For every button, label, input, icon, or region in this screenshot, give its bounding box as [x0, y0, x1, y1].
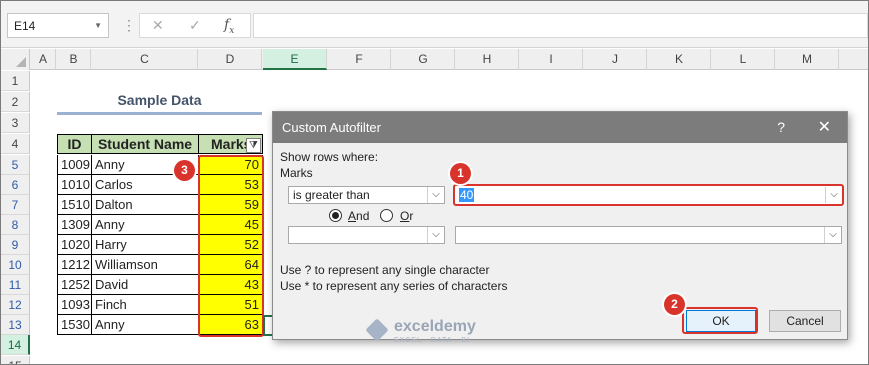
column-header-g[interactable]: G [392, 49, 455, 70]
cell-name[interactable]: Harry [92, 235, 199, 255]
cell-id[interactable]: 1510 [57, 195, 92, 215]
column-header-h[interactable]: H [456, 49, 519, 70]
dialog-title: Custom Autofilter [282, 120, 381, 135]
column-header-f[interactable]: F [328, 49, 391, 70]
cell-id[interactable]: 1020 [57, 235, 92, 255]
wildcard-hint-single: Use ? to represent any single character [280, 263, 490, 277]
and-label[interactable]: And [348, 209, 369, 223]
watermark-name: exceldemy [394, 318, 476, 335]
cell-id[interactable]: 1009 [57, 155, 92, 175]
chevron-down-icon[interactable]: ▼ [94, 21, 102, 30]
ok-button-highlight [682, 307, 758, 334]
cell-id[interactable]: 1309 [57, 215, 92, 235]
row-header-8[interactable]: 8 [1, 215, 30, 235]
show-rows-label: Show rows where: [280, 150, 379, 164]
header-id[interactable]: ID [57, 134, 92, 154]
insert-function-icon[interactable]: fx [224, 17, 234, 36]
operator2-select[interactable]: ⌵ [288, 226, 445, 244]
cell-id[interactable]: 1093 [57, 295, 92, 315]
cell-name[interactable]: Finch [92, 295, 199, 315]
marks-column-highlight [198, 155, 264, 337]
row-header-4[interactable]: 4 [1, 134, 30, 154]
select-all-button[interactable] [1, 49, 30, 70]
cell-id[interactable]: 1212 [57, 255, 92, 275]
name-box[interactable]: E14 ▼ [7, 13, 109, 38]
wildcard-hint-series: Use * to represent any series of charact… [280, 279, 508, 293]
value1-combobox[interactable]: 40 ⌵ [453, 184, 844, 206]
watermark-tagline: EXCEL · DATA · BI [394, 337, 470, 344]
excel-window: E14 ▼ ⋮ ✕ ✓ fx A B C D E F G H I J K L M… [0, 0, 869, 365]
operator1-value: is greater than [293, 188, 370, 202]
title-underline [57, 112, 262, 115]
column-header-m[interactable]: M [776, 49, 839, 70]
row-header-13[interactable]: 13 [1, 315, 30, 335]
chevron-down-icon[interactable]: ⌵ [824, 227, 841, 243]
row-header-5[interactable]: 5 [1, 155, 30, 175]
chevron-down-icon[interactable]: ⌵ [427, 187, 444, 203]
custom-autofilter-dialog: Custom Autofilter ? ✕ Show rows where: M… [272, 111, 848, 340]
column-header-l[interactable]: L [712, 49, 775, 70]
column-header-j[interactable]: J [584, 49, 647, 70]
row-header-7[interactable]: 7 [1, 195, 30, 215]
cell-name[interactable]: Anny [92, 215, 199, 235]
value1-text: 40 [459, 188, 475, 202]
row-header-12[interactable]: 12 [1, 295, 30, 315]
cell-name[interactable]: Dalton [92, 195, 199, 215]
row-header-11[interactable]: 11 [1, 275, 30, 295]
column-header-e[interactable]: E [263, 49, 327, 70]
row-header-15[interactable]: 15 [1, 356, 30, 364]
formula-bar: E14 ▼ ⋮ ✕ ✓ fx [1, 1, 868, 48]
row-header-2[interactable]: 2 [1, 92, 30, 112]
cancel-button[interactable]: Cancel [769, 310, 841, 332]
column-header-d[interactable]: D [199, 49, 262, 70]
formula-icons: ✕ ✓ fx [139, 13, 251, 38]
cell-name[interactable]: David [92, 275, 199, 295]
callout-badge-2: 2 [664, 294, 685, 315]
cell-name[interactable]: Anny [92, 315, 199, 335]
sample-data-title: Sample Data [117, 92, 202, 108]
formula-input[interactable] [253, 13, 868, 38]
field-label: Marks [280, 166, 313, 180]
close-icon[interactable]: ✕ [818, 112, 831, 143]
column-header-i[interactable]: I [520, 49, 583, 70]
chevron-down-icon[interactable]: ⌵ [825, 187, 842, 203]
row-header-6[interactable]: 6 [1, 175, 30, 195]
column-header-b[interactable]: B [57, 49, 91, 70]
operator1-select[interactable]: is greater than ⌵ [288, 186, 445, 204]
cell-name[interactable]: Williamson [92, 255, 199, 275]
row-header-3[interactable]: 3 [1, 113, 30, 133]
row-header-9[interactable]: 9 [1, 235, 30, 255]
or-radio[interactable] [380, 209, 393, 222]
callout-badge-1: 1 [450, 163, 471, 184]
help-icon[interactable]: ? [777, 112, 785, 143]
chevron-down-icon[interactable]: ⌵ [427, 227, 444, 243]
column-header-a[interactable]: A [31, 49, 56, 70]
header-student-name[interactable]: Student Name [92, 134, 199, 154]
more-options-icon[interactable]: ⋮ [122, 17, 136, 34]
column-header-c[interactable]: C [92, 49, 198, 70]
cell-id[interactable]: 1530 [57, 315, 92, 335]
row-header-14[interactable]: 14 [1, 335, 30, 355]
row-header-10[interactable]: 10 [1, 255, 30, 275]
dialog-title-bar[interactable]: Custom Autofilter [273, 112, 847, 143]
value2-combobox[interactable]: ⌵ [455, 226, 842, 244]
row-header-1[interactable]: 1 [1, 71, 30, 91]
column-header-k[interactable]: K [648, 49, 711, 70]
or-label[interactable]: Or [400, 209, 413, 223]
enter-icon[interactable]: ✓ [189, 17, 201, 34]
and-radio[interactable] [329, 209, 342, 222]
cell-id[interactable]: 1010 [57, 175, 92, 195]
filter-icon[interactable]: ⧩ [246, 138, 261, 153]
callout-badge-3: 3 [174, 160, 195, 181]
cell-id[interactable]: 1252 [57, 275, 92, 295]
name-box-value: E14 [14, 19, 36, 33]
cancel-icon[interactable]: ✕ [152, 17, 164, 34]
